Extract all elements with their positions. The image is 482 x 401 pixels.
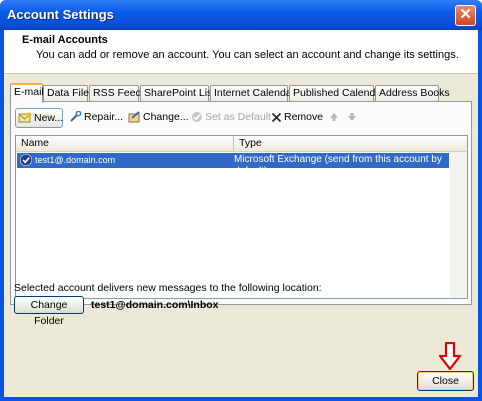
section-description: You can add or remove an account. You ca… [36, 49, 459, 61]
change-folder-button[interactable]: Change Folder [14, 296, 84, 327]
change-button-label: Change... [143, 111, 189, 123]
set-as-default-label: Set as Default [205, 111, 271, 123]
move-down-button[interactable] [347, 108, 359, 128]
account-row[interactable]: test1@.domain.com Microsoft Exchange (se… [17, 153, 449, 177]
account-type: Microsoft Exchange (send from this accou… [234, 154, 442, 177]
close-icon: ✕ [459, 6, 472, 23]
delivery-location-label: Selected account delivers new messages t… [14, 282, 322, 294]
title-bar[interactable]: Account Settings ✕ [0, 0, 482, 30]
annotation-arrow-icon [439, 342, 461, 370]
default-account-check-icon [20, 154, 32, 166]
account-name: test1@.domain.com [35, 155, 116, 165]
repair-button-label: Repair... [84, 111, 124, 123]
account-toolbar: New... Repair... Change... Set as Defaul… [15, 108, 465, 128]
repair-icon [70, 111, 82, 122]
remove-button[interactable]: Remove [271, 108, 323, 128]
column-header-type[interactable]: Type [234, 136, 467, 152]
new-button-label: New... [34, 112, 64, 124]
change-icon [128, 111, 140, 123]
section-title: E-mail Accounts [22, 34, 108, 46]
tab-address-books[interactable]: Address Books [375, 85, 450, 101]
window-close-button[interactable]: ✕ [455, 5, 476, 26]
email-tab-panel: New... Repair... Change... Set as Defaul… [10, 101, 472, 305]
window-title: Account Settings [7, 7, 114, 22]
header-panel: E-mail Accounts You can add or remove an… [4, 30, 478, 74]
move-up-icon [330, 113, 338, 122]
list-scrollbar[interactable] [450, 152, 467, 298]
remove-icon [271, 112, 282, 122]
repair-button[interactable]: Repair... [69, 108, 123, 128]
dialog-body: E-mail Accounts You can add or remove an… [4, 30, 478, 397]
close-button[interactable]: Close [417, 371, 474, 391]
tab-rss-feeds[interactable]: RSS Feeds [89, 85, 147, 101]
tab-email[interactable]: E-mail [10, 83, 44, 103]
change-button[interactable]: Change... [128, 108, 189, 128]
tab-internet-calendars[interactable]: Internet Calendars [210, 85, 300, 101]
remove-button-label: Remove [284, 111, 324, 123]
tab-data-files[interactable]: Data Files [43, 85, 94, 101]
account-settings-window: Account Settings ✕ E-mail Accounts You c… [0, 0, 482, 401]
tab-published-calendars[interactable]: Published Calendars [289, 85, 390, 101]
set-default-icon [192, 112, 202, 123]
new-account-icon [18, 112, 32, 123]
account-list[interactable]: Name Type test1@.domain.com Microsoft Ex… [15, 135, 468, 299]
move-down-icon [348, 113, 356, 122]
new-button[interactable]: New... [15, 108, 63, 128]
delivery-folder-path: test1@domain.com\Inbox [91, 299, 219, 311]
move-up-button[interactable] [329, 108, 341, 128]
tab-sharepoint-lists[interactable]: SharePoint Lists [140, 85, 220, 101]
list-header: Name Type [16, 136, 467, 152]
column-header-name[interactable]: Name [16, 136, 234, 152]
set-as-default-button[interactable]: Set as Default [191, 108, 271, 128]
